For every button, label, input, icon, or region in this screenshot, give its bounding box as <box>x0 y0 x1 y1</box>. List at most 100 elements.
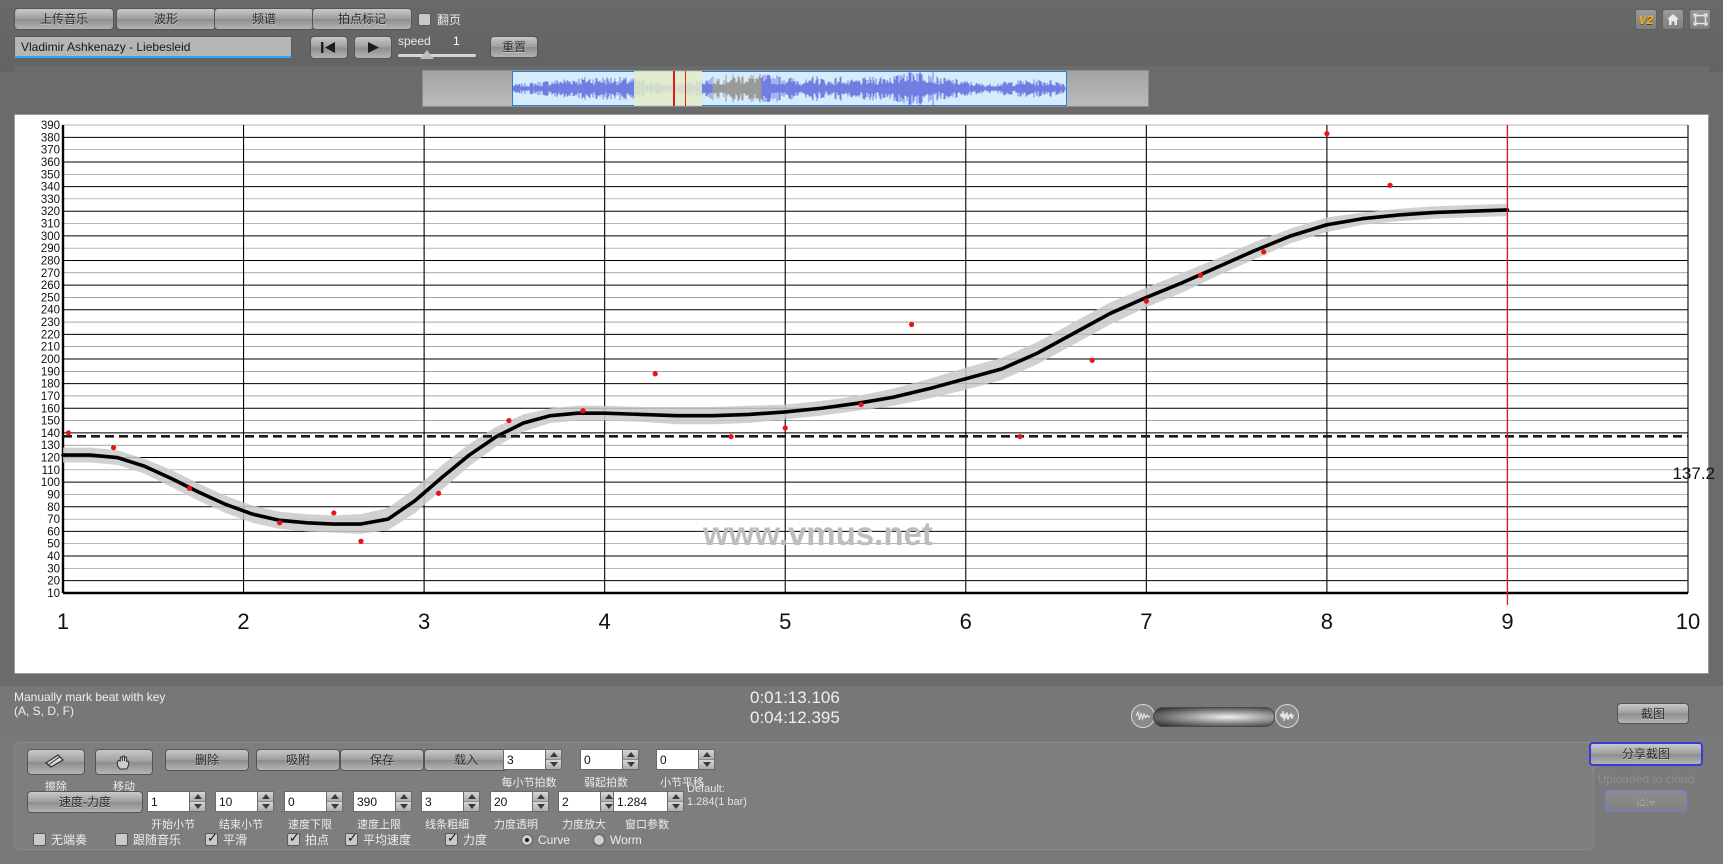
tempo-min-input[interactable] <box>284 791 326 812</box>
tempo-curve-chart[interactable]: 1020304050607080901001101201301401501601… <box>15 115 1708 673</box>
pickup-beats-arrows[interactable] <box>622 749 639 770</box>
bar-shift-arrows[interactable] <box>698 749 715 770</box>
delete-button[interactable]: 删除 <box>165 749 249 771</box>
volume-high-icon[interactable] <box>1275 704 1299 728</box>
track-title-field[interactable]: Vladimir Ashkenazy - Liebesleid <box>14 36 292 58</box>
volume-low-icon[interactable] <box>1131 704 1155 728</box>
beats-per-bar-input[interactable] <box>503 749 545 770</box>
pickup-beats-spinner[interactable] <box>580 749 639 770</box>
tempo-min-down[interactable] <box>327 802 342 811</box>
checkbox-smooth[interactable]: 平滑 <box>205 831 287 848</box>
tempo-min-up[interactable] <box>327 792 342 802</box>
beats-box[interactable] <box>287 833 300 846</box>
start-bar-up[interactable] <box>190 792 205 802</box>
checkbox-average-tempo[interactable]: 平均速度 <box>345 831 445 848</box>
line-width-down[interactable] <box>464 802 479 811</box>
window-param-input[interactable] <box>613 791 667 812</box>
v2-badge-icon[interactable]: V2 <box>1635 9 1657 30</box>
bar-shift-input[interactable] <box>656 749 698 770</box>
tempo-max-up[interactable] <box>396 792 411 802</box>
upload-music-button[interactable]: 上传音乐 <box>14 8 114 30</box>
curve-radio[interactable] <box>521 834 533 846</box>
share-snapshot-button[interactable]: 分享截图 <box>1589 742 1703 766</box>
beats-per-bar-spinner[interactable] <box>503 749 562 770</box>
beats-per-bar-up[interactable] <box>546 750 561 760</box>
beats-per-bar-down[interactable] <box>546 760 561 769</box>
velocity-opacity-input[interactable] <box>490 791 532 812</box>
tempo-max-down[interactable] <box>396 802 411 811</box>
waveform-button[interactable]: 波形 <box>116 8 216 30</box>
rewind-button[interactable] <box>310 36 348 59</box>
play-button[interactable] <box>354 36 392 59</box>
average-tempo-box[interactable] <box>345 833 358 846</box>
smooth-box[interactable] <box>205 833 218 846</box>
radio-worm[interactable]: Worm <box>593 833 665 847</box>
tempo-min-spinner[interactable] <box>284 791 343 812</box>
window-param-down[interactable] <box>668 802 683 811</box>
loi-button[interactable]: lol+ <box>1605 790 1687 812</box>
checkbox-velocity[interactable]: 力度 <box>445 831 521 848</box>
tempo-min-arrows[interactable] <box>326 791 343 812</box>
end-bar-arrows[interactable] <box>257 791 274 812</box>
snapshot-button[interactable]: 截图 <box>1617 703 1689 724</box>
line-width-input[interactable] <box>421 791 463 812</box>
speed-slider-track[interactable] <box>398 54 476 57</box>
radio-curve[interactable]: Curve <box>521 833 593 847</box>
line-width-arrows[interactable] <box>463 791 480 812</box>
speed-slider-thumb[interactable] <box>420 50 434 59</box>
velocity-scale-spinner[interactable] <box>558 791 617 812</box>
no-prelude-box[interactable] <box>33 833 46 846</box>
line-width-spinner[interactable] <box>421 791 480 812</box>
pageturn-checkbox-group[interactable]: 翻页 <box>418 11 461 28</box>
volume-slider-group[interactable] <box>1131 704 1301 730</box>
save-button[interactable]: 保存 <box>340 749 424 771</box>
snap-button[interactable]: 吸附 <box>256 749 340 771</box>
load-button[interactable]: 载入 <box>424 749 508 771</box>
start-bar-spinner[interactable] <box>147 791 206 812</box>
pickup-beats-up[interactable] <box>623 750 638 760</box>
velocity-opacity-arrows[interactable] <box>532 791 549 812</box>
worm-radio[interactable] <box>593 834 605 846</box>
checkbox-beats[interactable]: 拍点 <box>287 831 345 848</box>
fullscreen-icon[interactable] <box>1689 9 1711 30</box>
window-param-up[interactable] <box>668 792 683 802</box>
home-icon[interactable] <box>1662 9 1684 30</box>
pickup-beats-down[interactable] <box>623 760 638 769</box>
overview-playhead[interactable] <box>673 71 675 106</box>
velocity-opacity-down[interactable] <box>533 802 548 811</box>
spectrum-button[interactable]: 频谱 <box>214 8 314 30</box>
pickup-beats-input[interactable] <box>580 749 622 770</box>
velocity-box[interactable] <box>445 833 458 846</box>
end-bar-up[interactable] <box>258 792 273 802</box>
start-bar-input[interactable] <box>147 791 189 812</box>
beat-marker-button[interactable]: 拍点标记 <box>312 8 412 30</box>
tempo-max-spinner[interactable] <box>353 791 412 812</box>
tempo-chart-panel[interactable]: 1020304050607080901001101201301401501601… <box>14 114 1709 674</box>
checkbox-no-prelude[interactable]: 无端奏 <box>33 831 115 848</box>
tempo-max-arrows[interactable] <box>395 791 412 812</box>
window-param-arrows[interactable] <box>667 791 684 812</box>
end-bar-spinner[interactable] <box>215 791 274 812</box>
line-width-up[interactable] <box>464 792 479 802</box>
velocity-opacity-up[interactable] <box>533 792 548 802</box>
velocity-opacity-spinner[interactable] <box>490 791 549 812</box>
overview-waveform-strip[interactable] <box>14 66 1709 110</box>
volume-slider-track[interactable] <box>1153 707 1275 727</box>
overview-selection-region[interactable] <box>512 71 1067 106</box>
pageturn-checkbox[interactable] <box>418 13 431 26</box>
window-param-spinner[interactable] <box>613 791 684 812</box>
reset-button[interactable]: 重置 <box>490 36 538 58</box>
speed-velocity-button[interactable]: 速度-力度 <box>27 791 143 813</box>
start-bar-down[interactable] <box>190 802 205 811</box>
start-bar-arrows[interactable] <box>189 791 206 812</box>
bar-shift-spinner[interactable] <box>656 749 715 770</box>
checkbox-follow-music[interactable]: 跟随音乐 <box>115 831 205 848</box>
bar-shift-down[interactable] <box>699 760 714 769</box>
bar-shift-up[interactable] <box>699 750 714 760</box>
move-tool-button[interactable] <box>95 749 153 775</box>
tempo-max-input[interactable] <box>353 791 395 812</box>
follow-music-box[interactable] <box>115 833 128 846</box>
velocity-scale-input[interactable] <box>558 791 600 812</box>
beats-per-bar-arrows[interactable] <box>545 749 562 770</box>
end-bar-input[interactable] <box>215 791 257 812</box>
